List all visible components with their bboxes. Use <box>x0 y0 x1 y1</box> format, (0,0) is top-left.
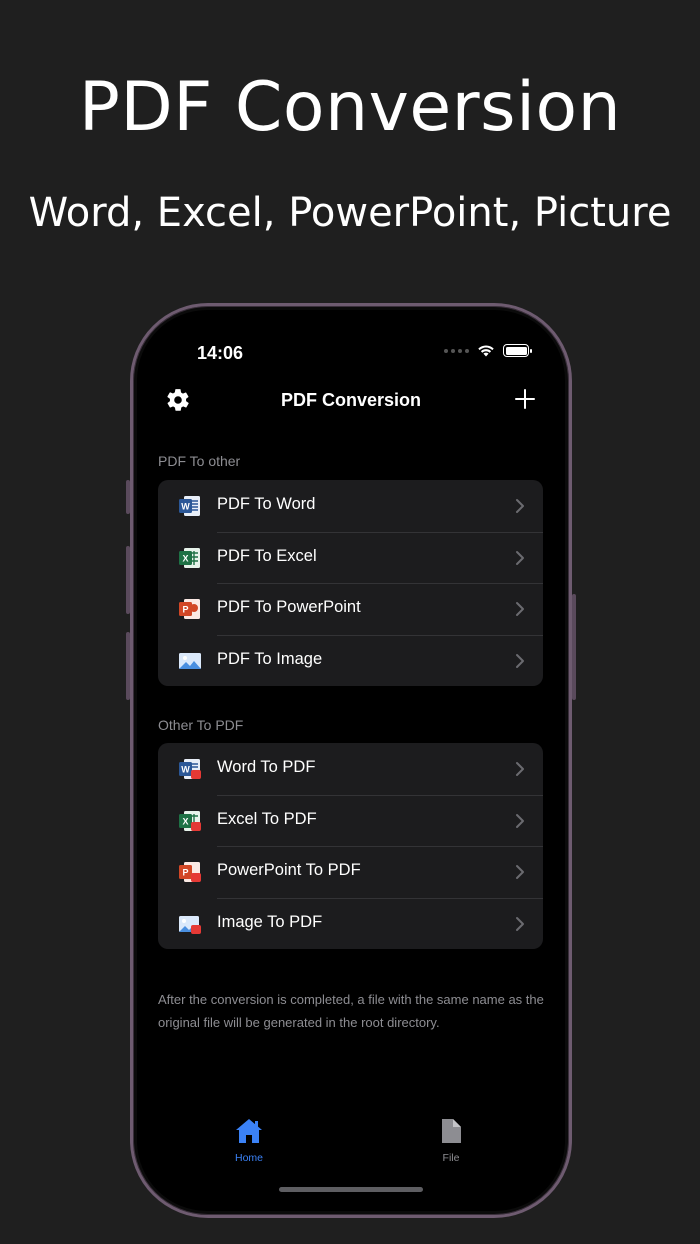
row-powerpoint-to-pdf[interactable]: P PowerPoint To PDF <box>158 846 543 898</box>
status-time: 14:06 <box>197 343 244 363</box>
promo-subtitle: Word, Excel, PowerPoint, Picture <box>28 190 672 236</box>
tab-label: Home <box>234 1152 263 1164</box>
row-label: Word To PDF <box>217 758 316 776</box>
row-image-to-pdf[interactable]: Image To PDF <box>158 897 543 950</box>
plus-icon[interactable] <box>513 387 537 411</box>
row-word-to-pdf[interactable]: W Word To PDF <box>158 743 543 795</box>
chevron-right-icon <box>516 499 524 513</box>
row-pdf-to-image[interactable]: PDF To Image <box>158 634 543 687</box>
row-label: PowerPoint To PDF <box>217 861 361 879</box>
cellular-signal-icon <box>444 348 469 353</box>
row-pdf-to-excel[interactable]: X PDF To Excel <box>158 531 543 584</box>
section-header-pdf-to-other: PDF To other <box>158 453 241 469</box>
navigation-bar: PDF Conversion <box>137 380 565 420</box>
wifi-icon <box>478 345 494 357</box>
row-pdf-to-word[interactable]: W PDF To Word <box>158 480 543 532</box>
excel-icon: X <box>179 547 200 568</box>
svg-text:W: W <box>181 502 190 512</box>
chevron-right-icon <box>516 916 524 931</box>
tab-home[interactable]: Home <box>199 1116 299 1164</box>
row-excel-to-pdf[interactable]: X Excel To PDF <box>158 794 543 847</box>
powerpoint-to-pdf-icon: P <box>179 862 201 882</box>
nav-title: PDF Conversion <box>280 390 422 410</box>
section-header-other-to-pdf: Other To PDF <box>158 717 244 733</box>
row-label: PDF To Word <box>217 495 316 513</box>
svg-text:P: P <box>182 868 188 878</box>
tab-file[interactable]: File <box>401 1116 501 1164</box>
row-label: Image To PDF <box>217 912 323 931</box>
word-to-pdf-icon: W <box>179 759 201 779</box>
chevron-right-icon <box>516 865 524 879</box>
chevron-right-icon <box>516 762 524 776</box>
chevron-right-icon <box>516 653 524 668</box>
image-to-pdf-icon <box>179 915 201 934</box>
svg-text:X: X <box>182 553 188 563</box>
tab-label: File <box>442 1152 460 1164</box>
powerpoint-icon: P <box>179 599 200 619</box>
home-indicator <box>279 1187 423 1192</box>
phone-screen: 14:06 PDF Conversion PDF To other W PDF … <box>137 310 565 1211</box>
tab-bar: Home File <box>137 1116 565 1176</box>
word-icon: W <box>179 496 200 516</box>
row-pdf-to-powerpoint[interactable]: P PDF To PowerPoint <box>158 583 543 635</box>
promo-title: PDF Conversion <box>78 68 622 147</box>
svg-text:X: X <box>182 816 188 826</box>
status-bar: 14:06 <box>137 310 565 370</box>
row-label: PDF To Image <box>217 649 323 668</box>
chevron-right-icon <box>516 602 524 616</box>
svg-text:P: P <box>182 605 188 615</box>
other-to-pdf-group: W Word To PDF X Excel To PDF P PowerPoin… <box>158 743 543 949</box>
svg-text:W: W <box>181 765 190 775</box>
home-icon <box>236 1119 262 1143</box>
image-icon <box>179 652 201 669</box>
power-button <box>572 594 576 700</box>
excel-to-pdf-icon: X <box>179 810 201 831</box>
file-icon <box>442 1119 461 1143</box>
footer-note: After the conversion is completed, a fil… <box>158 992 544 1030</box>
chevron-right-icon <box>516 813 524 828</box>
pdf-to-other-group: W PDF To Word X PDF To Excel P PDF To Po… <box>158 480 543 686</box>
row-label: Excel To PDF <box>217 809 317 828</box>
battery-icon <box>503 344 532 357</box>
row-label: PDF To Excel <box>217 546 317 565</box>
row-label: PDF To PowerPoint <box>217 598 361 616</box>
status-indicators <box>444 344 532 357</box>
chevron-right-icon <box>516 550 524 565</box>
